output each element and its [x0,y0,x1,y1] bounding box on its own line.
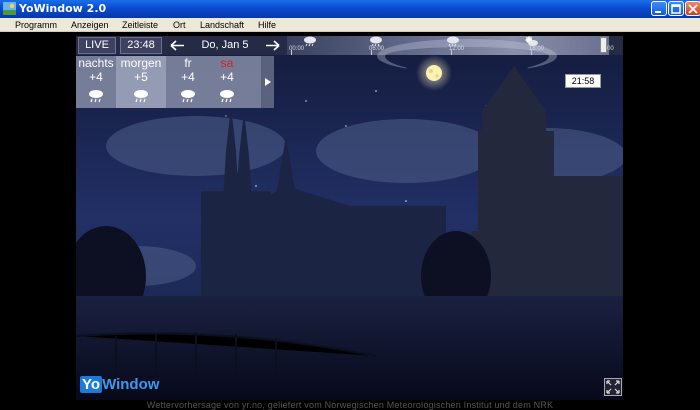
menu-landschaft[interactable]: Landschaft [200,20,244,30]
forecast-temp: +4 [220,70,234,84]
menu-bar: Programm Anzeigen Zeitleiste Ort Landsch… [0,18,700,32]
current-time: 23:48 [120,37,162,54]
maximize-button[interactable] [668,1,684,16]
main-area: LIVE 23:48 Do, Jan 5 00:00 06:00 12:00 1… [0,32,700,410]
live-button[interactable]: LIVE [78,37,116,54]
minimize-icon [655,11,661,13]
forecast-day-name: fr [184,56,192,70]
time-tag: 21:58 [565,74,601,88]
logo-yo: Yo [80,376,103,393]
weather-scene[interactable]: LIVE 23:48 Do, Jan 5 00:00 06:00 12:00 1… [76,36,623,400]
forecast-day[interactable]: nachts +4 [76,56,116,108]
triangle-right-icon [265,78,271,86]
fullscreen-icon[interactable] [604,378,622,396]
forecast-temp: +5 [134,70,148,84]
timeline-bar: LIVE 23:48 Do, Jan 5 00:00 06:00 12:00 1… [76,36,623,73]
timeline-cursor[interactable] [600,37,607,53]
logo-window: Window [102,376,160,393]
timeline-label: 00 [607,46,614,52]
app-icon [3,2,16,15]
timeline-label: 12:00 [449,46,465,52]
window-title: YoWindow 2.0 [19,2,107,15]
arrow-left-icon[interactable] [168,39,186,52]
cloud-rain-icon [220,90,234,103]
forecast-day[interactable]: fr +4 [170,56,206,108]
forecast-panel: nachts +4 morgen +5 fr +4 sa +4 [76,56,262,108]
maximize-icon [671,4,681,14]
date-label: Do, Jan 5 [201,39,249,51]
forecast-day-name: nachts [78,56,114,70]
forecast-day-name: morgen [120,56,162,70]
forecast-temp: +4 [181,70,195,84]
close-button[interactable] [685,1,700,16]
menu-ort[interactable]: Ort [173,20,186,30]
footer-credit[interactable]: Wettervorhersage von yr.no, geliefert vo… [0,400,700,410]
cloud-rain-icon [134,90,148,103]
menu-anzeigen[interactable]: Anzeigen [71,20,109,30]
forecast-day-name: sa [220,56,234,70]
yowindow-logo[interactable]: Yo Window [80,376,159,393]
timeline-label: 06:00 [369,46,385,52]
forecast-temp: +4 [89,70,103,84]
cloud-rain-icon [304,36,316,47]
menu-zeitleiste[interactable]: Zeitleiste [122,20,158,30]
title-bar: YoWindow 2.0 [0,0,700,18]
forecast-next-button[interactable] [262,56,274,108]
close-icon [688,4,698,14]
cloud-rain-icon [89,90,103,103]
timeline-label: 18:00 [529,46,545,52]
menu-programm[interactable]: Programm [15,20,57,30]
minimize-button[interactable] [651,1,667,16]
menu-hilfe[interactable]: Hilfe [258,20,276,30]
cloud-rain-icon [181,90,195,103]
forecast-day[interactable]: morgen +5 [116,56,166,108]
arrow-right-icon[interactable] [264,39,282,52]
timeline-label: 00:00 [289,46,305,52]
timeline-strip[interactable]: 00:00 06:00 12:00 18:00 00 [287,36,614,73]
forecast-day[interactable]: sa +4 [208,56,246,108]
